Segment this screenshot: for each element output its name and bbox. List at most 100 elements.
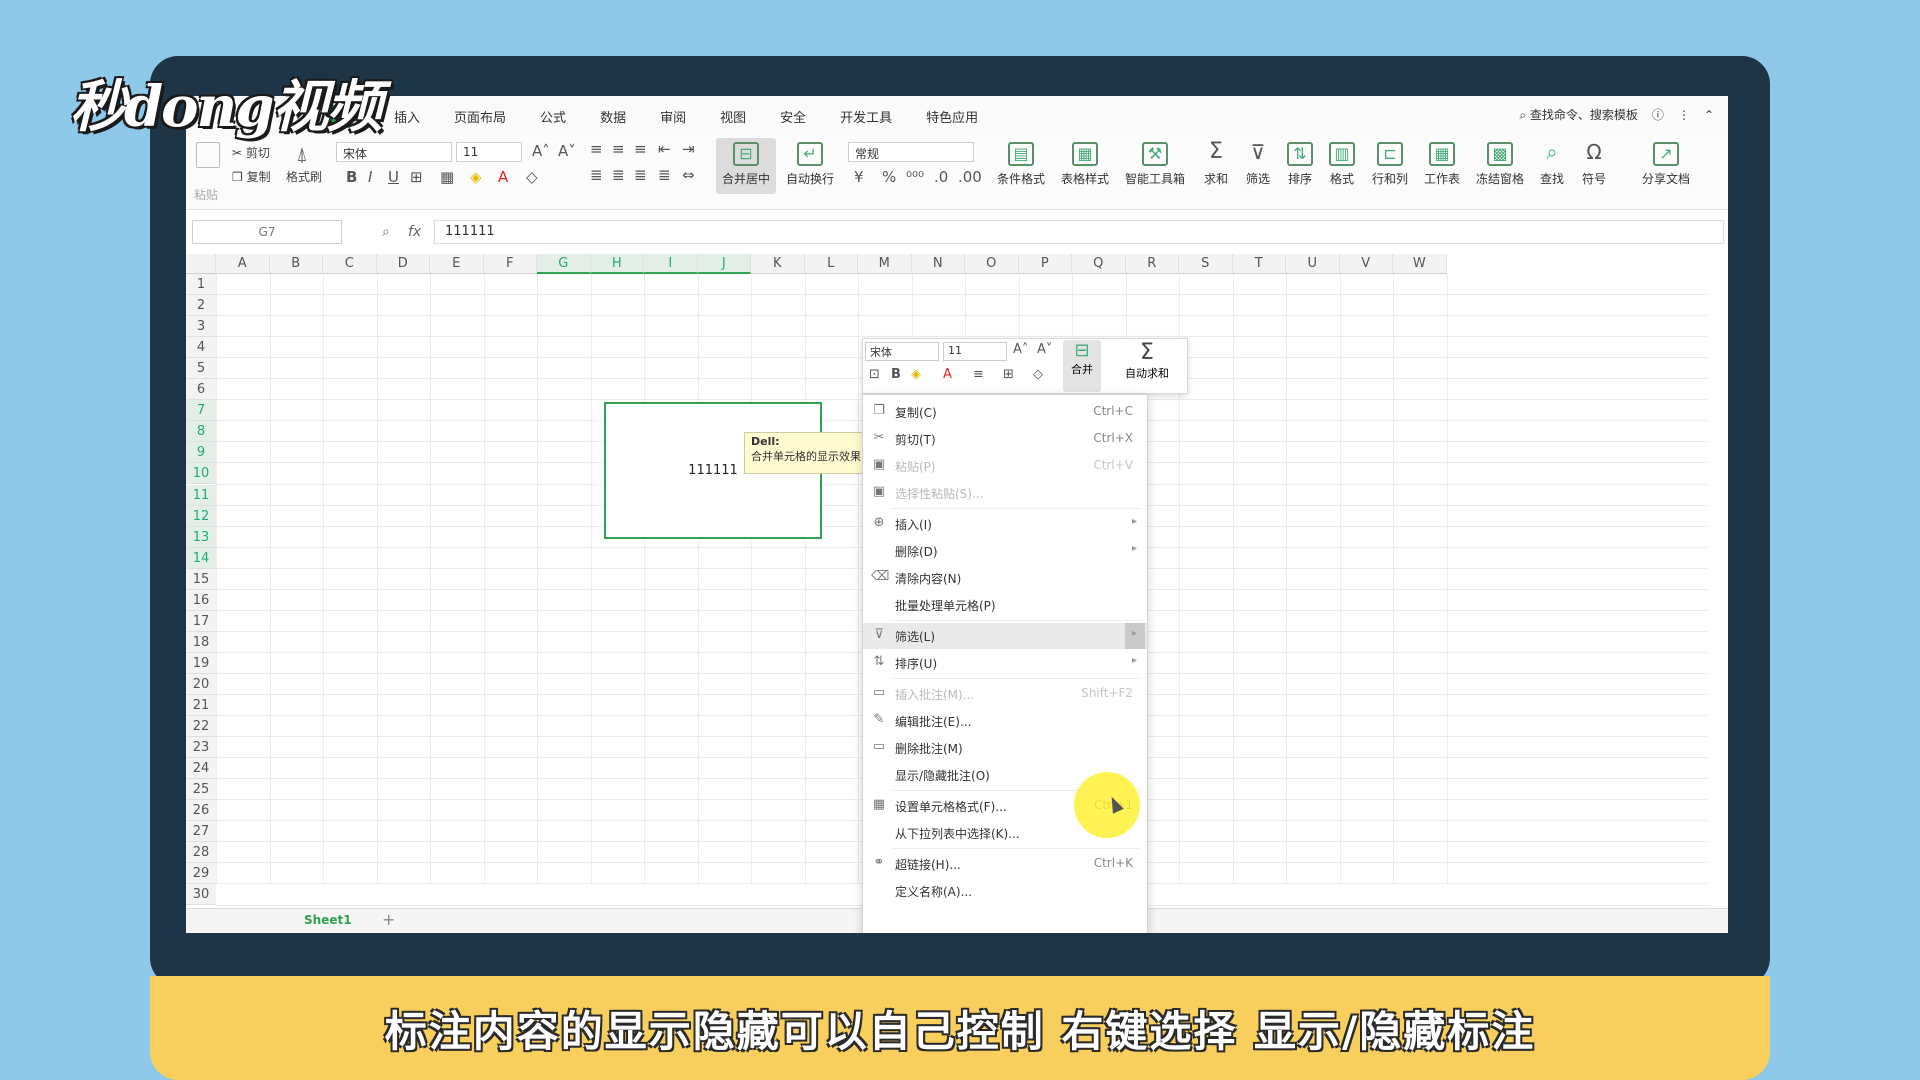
font-family-select[interactable]: 宋体 <box>336 142 452 162</box>
row-header-27[interactable]: 27 <box>186 821 216 843</box>
context-menu-item[interactable]: 删除(D) ▸ <box>863 538 1147 564</box>
find-button[interactable]: ⌕ 查找 <box>1532 142 1572 187</box>
column-header-a[interactable]: A <box>216 254 270 274</box>
cut-button[interactable]: ✂ 剪切 <box>232 144 270 161</box>
sort-button[interactable]: ⇅ 排序 <box>1280 142 1320 187</box>
mini-size-select[interactable]: 11 <box>943 342 1007 361</box>
row-header-28[interactable]: 28 <box>186 842 216 864</box>
mini-font-select[interactable]: 宋体 <box>865 342 939 361</box>
name-box[interactable]: G7 <box>192 220 342 244</box>
clear-format-icon[interactable]: ◇ <box>526 168 538 186</box>
menu-insert[interactable]: 插入 <box>388 105 426 128</box>
decrease-font-icon[interactable]: A˅ <box>558 142 576 160</box>
row-header-22[interactable]: 22 <box>186 716 216 738</box>
context-menu-item[interactable]: ⊽ 筛选(L) ▸ <box>863 623 1147 649</box>
mini-font-color-icon[interactable]: A <box>943 367 952 382</box>
column-header-i[interactable]: I <box>644 254 698 274</box>
column-header-r[interactable]: R <box>1125 254 1179 274</box>
menu-review[interactable]: 审阅 <box>654 105 692 128</box>
row-header-19[interactable]: 19 <box>186 652 216 674</box>
row-header-5[interactable]: 5 <box>186 358 216 380</box>
column-header-q[interactable]: Q <box>1072 254 1126 274</box>
context-menu-item[interactable]: ⚭ 超链接(H)... Ctrl+K <box>863 851 1147 877</box>
row-header-9[interactable]: 9 <box>186 442 216 464</box>
increase-font-icon[interactable]: A˄ <box>532 142 550 160</box>
border-icon[interactable]: ⊞ <box>410 168 423 186</box>
column-header-g[interactable]: G <box>537 254 591 274</box>
row-header-15[interactable]: 15 <box>186 568 216 590</box>
fill-color-icon[interactable]: ◈ <box>470 168 482 186</box>
column-header-k[interactable]: K <box>751 254 805 274</box>
row-header-12[interactable]: 12 <box>186 505 216 527</box>
row-header-25[interactable]: 25 <box>186 779 216 801</box>
row-header-1[interactable]: 1 <box>186 274 216 295</box>
menu-security[interactable]: 安全 <box>774 105 812 128</box>
fx-icon[interactable]: fx <box>408 224 421 240</box>
menu-formulas[interactable]: 公式 <box>534 105 572 128</box>
align-right-icon[interactable]: ≣ <box>634 166 647 184</box>
paste-button[interactable]: 粘贴 <box>194 186 218 203</box>
collapse-ribbon-icon[interactable]: ⌃ <box>1704 108 1714 122</box>
align-middle-icon[interactable]: ≡ <box>612 140 625 158</box>
mini-autosum-button[interactable]: Σ 自动求和 <box>1107 340 1187 392</box>
sheet-tab-sheet1[interactable]: Sheet1 <box>304 913 352 927</box>
italic-icon[interactable]: I <box>368 168 372 186</box>
context-menu-item[interactable]: ▭ 删除批注(M) <box>863 735 1147 761</box>
row-header-7[interactable]: 7 <box>186 400 216 422</box>
row-header-29[interactable]: 29 <box>186 863 216 885</box>
row-header-21[interactable]: 21 <box>186 695 216 716</box>
column-header-t[interactable]: T <box>1232 254 1286 274</box>
context-menu-item[interactable]: ✎ 编辑批注(E)... <box>863 708 1147 734</box>
select-all-corner[interactable] <box>186 254 216 274</box>
column-header-b[interactable]: B <box>269 254 323 274</box>
wrap-text-button[interactable]: ↵ 自动换行 <box>782 142 838 187</box>
row-header-26[interactable]: 26 <box>186 800 216 822</box>
column-header-p[interactable]: P <box>1018 254 1072 274</box>
column-header-w[interactable]: W <box>1393 254 1447 274</box>
align-bottom-icon[interactable]: ≡ <box>634 140 647 158</box>
mini-format-icon[interactable]: ⊡ <box>869 367 880 382</box>
row-header-6[interactable]: 6 <box>186 379 216 401</box>
font-size-select[interactable]: 11 <box>456 142 522 162</box>
justify-icon[interactable]: ≣ <box>658 166 671 184</box>
column-header-s[interactable]: S <box>1179 254 1233 274</box>
align-left-icon[interactable]: ≣ <box>590 166 603 184</box>
column-header-m[interactable]: M <box>858 254 912 274</box>
format-button[interactable]: ▥ 格式 <box>1322 142 1362 187</box>
context-menu-item[interactable]: ❐ 复制(C) Ctrl+C <box>863 399 1147 425</box>
row-header-20[interactable]: 20 <box>186 673 216 695</box>
column-header-h[interactable]: H <box>590 254 644 274</box>
add-sheet-button[interactable]: + <box>382 910 395 929</box>
context-menu-item[interactable]: ▣ 粘贴(P) Ctrl+V <box>863 453 1147 479</box>
context-menu-item[interactable]: ⌫ 清除内容(N) <box>863 565 1147 591</box>
percent-icon[interactable]: % <box>882 168 896 186</box>
row-header-11[interactable]: 11 <box>186 484 216 506</box>
row-header-17[interactable]: 17 <box>186 610 216 632</box>
row-header-30[interactable]: 30 <box>186 884 216 906</box>
paste-icon[interactable] <box>196 142 220 168</box>
row-header-13[interactable]: 13 <box>186 526 216 548</box>
more-icon[interactable]: ⋮ <box>1678 108 1690 122</box>
indent-decrease-icon[interactable]: ⇤ <box>658 140 671 158</box>
merge-center-button[interactable]: ⊟ 合并居中 <box>716 138 776 194</box>
rows-cols-button[interactable]: ⊏ 行和列 <box>1366 142 1414 187</box>
column-header-f[interactable]: F <box>483 254 537 274</box>
row-header-4[interactable]: 4 <box>186 337 216 359</box>
column-header-v[interactable]: V <box>1339 254 1393 274</box>
filter-button[interactable]: ⊽ 筛选 <box>1238 142 1278 187</box>
worksheet-button[interactable]: ▦ 工作表 <box>1418 142 1466 187</box>
mini-decrease-font-icon[interactable]: A˅ <box>1037 342 1052 357</box>
column-header-c[interactable]: C <box>323 254 377 274</box>
conditional-format-button[interactable]: ▤ 条件格式 <box>990 142 1052 187</box>
mini-merge-button[interactable]: ⊟ 合并 <box>1063 340 1101 392</box>
align-top-icon[interactable]: ≡ <box>590 140 603 158</box>
mini-fill-icon[interactable]: ◈ <box>911 367 921 382</box>
zoom-formula-icon[interactable]: ⌕ <box>382 224 390 240</box>
table-style-button[interactable]: ▦ 表格样式 <box>1054 142 1116 187</box>
indent-increase-icon[interactable]: ⇥ <box>682 140 695 158</box>
row-header-16[interactable]: 16 <box>186 589 216 611</box>
context-menu-item[interactable]: ▭ 插入批注(M)... Shift+F2 <box>863 681 1147 707</box>
menu-developer[interactable]: 开发工具 <box>834 105 898 128</box>
column-header-j[interactable]: J <box>697 254 751 274</box>
mini-border-icon[interactable]: ⊞ <box>1003 367 1014 382</box>
